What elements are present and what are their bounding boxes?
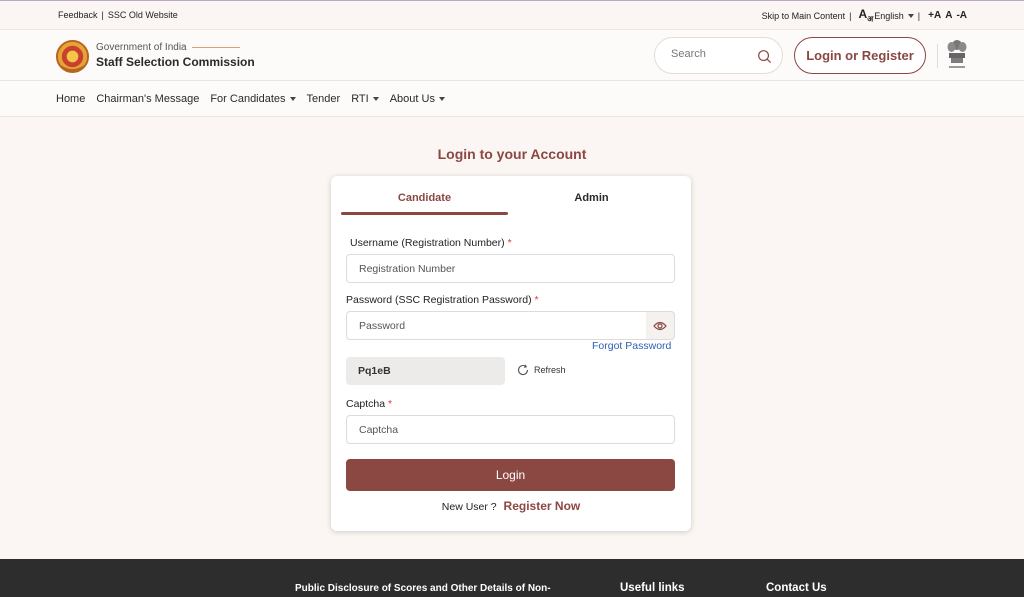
ssc-logo-icon[interactable] [55,39,90,74]
language-glyph: A [858,7,868,21]
chevron-down-icon [372,97,379,101]
site-footer: Public Disclosure of Scores and Other De… [0,559,1024,597]
nav-item-label: Tender [306,93,341,105]
new-user-prompt: New User ? Register Now [331,499,691,513]
refresh-captcha-button[interactable]: Refresh [517,364,566,376]
brand-subtitle: Government of India [96,42,240,53]
tab-admin[interactable]: Admin [508,192,675,204]
accessibility-bar: Skip to Main Content | Aअ English | +A A… [762,8,967,23]
login-card: Candidate Admin Username (Registration N… [331,176,691,531]
login-button[interactable]: Login [346,459,675,491]
chevron-down-icon [907,14,914,19]
feedback-link[interactable]: Feedback [58,10,98,20]
old-website-link[interactable]: SSC Old Website [108,10,178,20]
captcha-label-text: Captcha [346,398,386,410]
captcha-input[interactable] [346,415,675,444]
page-title: Login to your Account [437,146,587,162]
nav-item-label: Home [56,93,86,105]
footer-contact-heading: Contact Us [766,582,827,594]
nav-item-rti[interactable]: RTI [351,93,379,105]
search-box [654,37,783,74]
required-mark: * [388,398,393,410]
nav-item-chairmans-message[interactable]: Chairman's Message [96,93,199,105]
divider: | [849,10,852,21]
language-label: English [874,10,904,21]
active-tab-indicator [341,212,508,215]
brand-title: Staff Selection Commission [96,55,255,69]
chevron-down-icon [289,97,296,101]
nav-item-label: For Candidates [210,93,286,105]
national-emblem-icon [947,40,967,68]
search-input[interactable] [671,48,751,60]
password-label-text: Password (SSC Registration Password) [346,294,532,306]
divider: | [101,10,104,20]
nav-item-for-candidates[interactable]: For Candidates [210,93,296,105]
skip-to-main-link[interactable]: Skip to Main Content [762,11,846,21]
language-select[interactable]: English [874,11,914,21]
password-label: Password (SSC Registration Password) * [346,294,539,306]
nav-item-label: Chairman's Message [96,93,200,105]
divider [937,44,938,68]
font-increase-button[interactable]: +A [928,10,941,21]
brand-subtitle-text: Government of India [96,42,187,53]
top-links: Feedback | SSC Old Website [58,10,178,20]
new-user-text: New User ? [441,501,497,513]
divider: | [917,10,921,21]
footer-useful-links-heading: Useful links [620,582,685,594]
eye-icon [653,321,667,331]
login-register-button[interactable]: Login or Register [794,37,926,74]
register-now-link[interactable]: Register Now [504,499,581,513]
username-input[interactable] [346,254,675,283]
search-icon[interactable] [757,49,772,64]
main-navigation: Home Chairman's Message For Candidates T… [0,81,1024,117]
required-mark: * [534,294,539,306]
site-header: Government of India Staff Selection Comm… [0,30,1024,81]
language-icon: Aअ [858,8,873,23]
nav-item-home[interactable]: Home [56,93,85,105]
nav-item-label: About Us [389,93,435,105]
language-glyph-sub: अ [867,14,874,24]
nav-item-label: RTI [351,93,369,105]
font-normal-button[interactable]: A [945,10,952,21]
chevron-down-icon [438,97,445,101]
password-input[interactable] [346,311,647,340]
refresh-label: Refresh [534,365,566,375]
top-utility-bar: Feedback | SSC Old Website Skip to Main … [0,0,1024,30]
forgot-password-link[interactable]: Forgot Password [592,340,671,352]
nav-item-about-us[interactable]: About Us [390,93,445,105]
decorative-line [191,47,240,48]
nav-item-tender[interactable]: Tender [307,93,341,105]
captcha-image: Pq1eB [346,357,505,385]
font-decrease-button[interactable]: -A [956,10,967,21]
footer-disclosure-heading[interactable]: Public Disclosure of Scores and Other De… [295,583,551,594]
required-mark: * [507,237,512,249]
captcha-label: Captcha * [346,398,392,410]
username-label-text: Username (Registration Number) [350,237,505,249]
username-label: Username (Registration Number) * [350,237,512,249]
refresh-icon [517,364,529,376]
tab-candidate[interactable]: Candidate [341,192,508,204]
toggle-password-visibility-button[interactable] [646,311,675,340]
